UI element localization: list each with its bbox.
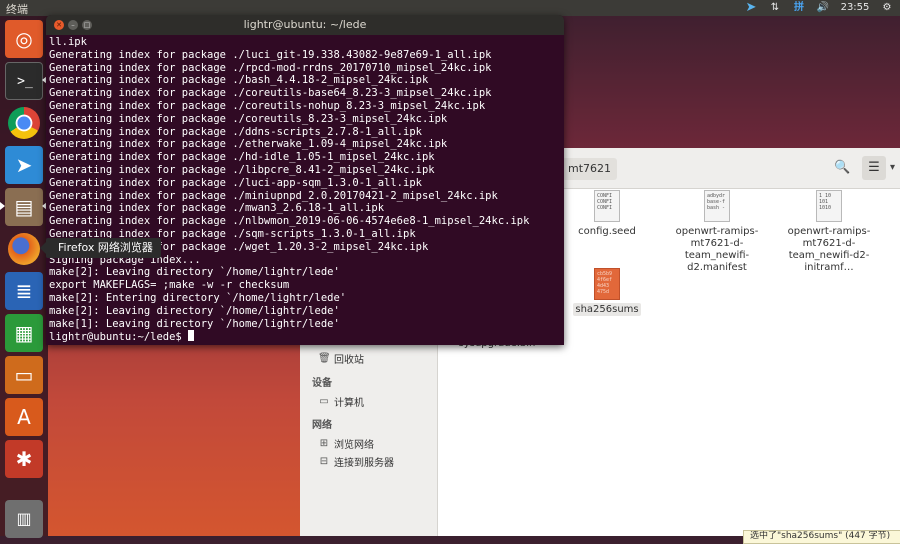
terminal-line: make[2]: Leaving directory `/home/lightr… [49, 304, 340, 317]
sidebar-item-trash[interactable]: 🗑 回收站 [318, 351, 364, 366]
file-label: openwrt-ramips-mt7621-d-team_newifi-d2-i… [787, 226, 871, 273]
ubuntu-logo-icon: ◎ [15, 27, 33, 51]
file-item[interactable]: CONFI CONFI CONFI config.seed [552, 190, 662, 238]
telegram-icon: ➤ [15, 153, 33, 177]
sidebar-item-label: 计算机 [334, 398, 364, 409]
launcher-software-button[interactable]: A [5, 398, 43, 436]
terminal-line: make[2]: Entering directory `/home/light… [49, 291, 347, 304]
network-arrows-icon[interactable]: ⇅ [768, 2, 782, 14]
terminal-titlebar[interactable]: ✕ – □ lightr@ubuntu: ~/lede [46, 15, 564, 35]
sidebar-item-browse-network[interactable]: ⊞ 浏览网络 [318, 436, 374, 451]
chrome-icon [8, 107, 40, 139]
text-file-icon: cb5b9 4f6ef 4d43 475d [594, 268, 620, 300]
network-icon: ⊞ [319, 438, 329, 449]
trash-icon: ▥ [16, 509, 32, 528]
status-overlay: 选中了"sha256sums" (447 字节) [743, 530, 900, 544]
launcher-tooltip: Firefox 网络浏览器 [40, 238, 161, 258]
sidebar-item-computer[interactable]: ▭ 计算机 [318, 394, 364, 409]
paper-plane-icon[interactable]: ➤ [744, 1, 758, 14]
terminal-line: Generating index for package ./coreutils… [49, 99, 486, 112]
launcher-files-button[interactable]: ▤ [5, 188, 43, 226]
presentation-icon: ▭ [14, 363, 34, 387]
terminal-window: ✕ – □ lightr@ubuntu: ~/lede ll.ipk Genera… [46, 15, 564, 345]
sidebar-section-devices: 设备 [312, 378, 332, 389]
gear-icon[interactable]: ⚙ [880, 2, 894, 14]
text-file-icon: CONFI CONFI CONFI [594, 190, 620, 222]
sidebar-item-label: 连接到服务器 [334, 458, 394, 469]
terminal-line: Generating index for package ./etherwake… [49, 138, 448, 151]
wrench-gear-icon: ✱ [15, 447, 33, 471]
launcher-dash-button[interactable]: ◎ [5, 20, 43, 58]
file-label: config.seed [578, 226, 636, 237]
sidebar-item-label: 浏览网络 [334, 440, 374, 451]
file-label: openwrt-ramips-mt7621-d-team_newifi-d2.m… [675, 226, 759, 273]
terminal-line: Generating index for package ./luci-app-… [49, 176, 422, 189]
spreadsheet-icon: ▦ [14, 321, 34, 345]
chevron-down-icon[interactable]: ▾ [890, 156, 900, 180]
launcher-impress-button[interactable]: ▭ [5, 356, 43, 394]
text-cursor [188, 330, 195, 342]
launcher: ◎ >_ ➤ ▤ ≣ ▦ ▭ A ✱ ▥ [0, 16, 48, 538]
terminal-line: export MAKEFLAGS= ;make -w -r checksum [49, 279, 290, 292]
launcher-writer-button[interactable]: ≣ [5, 272, 43, 310]
watermark: @乘风小栈 [828, 514, 883, 527]
clock[interactable]: 23:55 [840, 2, 870, 14]
top-panel: 终端 ➤ ⇅ 拼 🔊 23:55 ⚙ [0, 0, 900, 16]
terminal-line: Generating index for package ./ddns-scri… [49, 125, 422, 138]
terminal-line: Generating index for package ./nlbwmon_2… [49, 215, 530, 228]
file-cabinet-icon: ▤ [14, 195, 34, 219]
launcher-calc-button[interactable]: ▦ [5, 314, 43, 352]
terminal-line: make[1]: Leaving directory `/home/lightr… [49, 317, 340, 330]
active-app-title: 终端 [6, 3, 28, 16]
launcher-settings-button[interactable]: ✱ [5, 440, 43, 478]
terminal-line: Generating index for package ./mwan3_2.6… [49, 202, 385, 215]
system-tray: ➤ ⇅ 拼 🔊 23:55 ⚙ [744, 0, 894, 16]
volume-icon[interactable]: 🔊 [816, 2, 830, 14]
terminal-line: Generating index for package ./coreutils… [49, 87, 492, 100]
window-title: lightr@ubuntu: ~/lede [243, 18, 367, 31]
launcher-chrome-button[interactable] [5, 104, 43, 142]
text-file-icon: adbydr base-f bash - [704, 190, 730, 222]
firefox-icon [8, 233, 40, 265]
terminal-line: ll.ipk [49, 36, 87, 48]
sidebar-section-network: 网络 [312, 420, 332, 431]
launcher-firefox-button[interactable] [5, 230, 43, 268]
sidebar-item-connect-server[interactable]: ⊟ 连接到服务器 [318, 454, 394, 469]
terminal-line: make[2]: Leaving directory `/home/lightr… [49, 266, 340, 279]
terminal-line: Generating index for package ./bash_4.4.… [49, 74, 429, 87]
terminal-output[interactable]: ll.ipk Generating index for package ./luc… [49, 36, 561, 345]
trash-icon: 🗑 [318, 353, 331, 364]
terminal-icon: >_ [17, 74, 33, 89]
terminal-line: Generating index for package ./hd-idle_1… [49, 151, 435, 164]
terminal-lines: ll.ipk Generating index for package ./luc… [49, 36, 561, 330]
running-indicator [0, 202, 5, 210]
binary-file-icon: 1 10 101 1010 [816, 190, 842, 222]
input-method-icon[interactable]: 拼 [792, 2, 806, 14]
path-crumb[interactable]: mt7621 [562, 158, 618, 180]
shell-prompt: lightr@ubuntu:~/lede$ [49, 331, 189, 344]
document-icon: ≣ [15, 279, 33, 303]
terminal-line: Generating index for package ./miniupnpd… [49, 189, 498, 202]
file-item[interactable]: adbydr base-f bash - openwrt-ramips-mt76… [662, 190, 772, 274]
search-icon[interactable]: 🔍 [834, 160, 850, 175]
terminal-line: Generating index for package ./luci_git-… [49, 48, 492, 61]
server-icon: ⊟ [319, 456, 329, 467]
launcher-trash-button[interactable]: ▥ [5, 500, 43, 538]
file-item[interactable]: 1 10 101 1010 openwrt-ramips-mt7621-d-te… [774, 190, 884, 274]
drive-icon: ▭ [319, 396, 329, 407]
launcher-telegram-button[interactable]: ➤ [5, 146, 43, 184]
terminal-line: Generating index for package ./rpcd-mod-… [49, 61, 492, 74]
list-view-icon[interactable]: ☰ [862, 156, 886, 180]
shopping-bag-icon: A [17, 405, 31, 429]
terminal-line: Generating index for package ./coreutils… [49, 112, 448, 125]
launcher-terminal-button[interactable]: >_ [5, 62, 43, 100]
file-item-selected[interactable]: cb5b9 4f6ef 4d43 475d sha256sums [552, 268, 662, 316]
sidebar-item-label: 回收站 [334, 355, 364, 366]
terminal-line: Generating index for package ./libpcre_8… [49, 163, 435, 176]
file-label: sha256sums [573, 303, 641, 316]
